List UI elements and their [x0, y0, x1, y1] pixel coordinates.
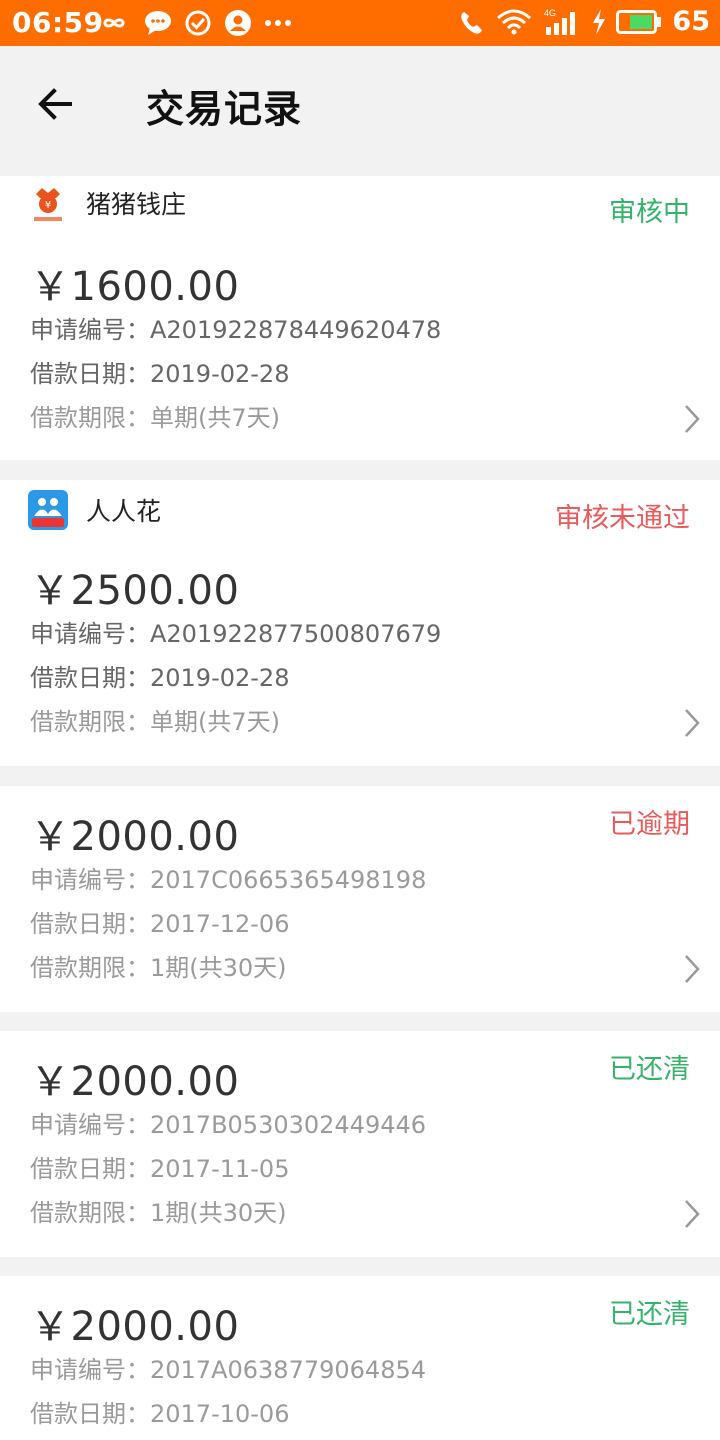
account-icon [225, 10, 251, 36]
apply-number: 申请编号：A201922878449620478 [30, 316, 442, 344]
signal-icon: 4G [544, 8, 576, 35]
apply-number: 申请编号：2017A0638779064854 [30, 1356, 426, 1384]
loan-amount: ￥2000.00 [30, 1059, 240, 1105]
arrow-left-icon[interactable] [30, 76, 86, 132]
apply-number: 申请编号：2017B0530302449446 [30, 1111, 427, 1139]
status-badge: 审核未通过 [555, 503, 690, 534]
more-icon [265, 20, 291, 26]
call-icon [461, 11, 483, 34]
loan-amount: ￥2500.00 [30, 568, 240, 614]
loan-amount: ￥1600.00 [30, 264, 240, 310]
transaction-card[interactable]: 已还清 ￥2000.00 申请编号：2017B0530302449446 借款日… [0, 1031, 720, 1257]
page-title: 交易记录 [146, 87, 303, 131]
brand-name: 人人花 [86, 497, 162, 526]
loan-term: 借款期限：单期(共7天) [30, 404, 280, 432]
loan-date: 借款日期：2017-11-05 [30, 1155, 290, 1183]
card-header: 人人花 审核未通过 [0, 480, 720, 540]
nav-bar: 交易记录 [0, 46, 720, 160]
chevron-right-icon[interactable] [680, 952, 704, 986]
apply-number: 申请编号：A201922877500807679 [30, 620, 442, 648]
loan-term: 借款期限：1期(共30天) [30, 1199, 287, 1227]
chevron-right-icon[interactable] [680, 706, 704, 740]
svg-text:¥: ¥ [45, 200, 51, 211]
battery-level: 65 [672, 6, 710, 37]
chevron-right-icon[interactable] [680, 402, 704, 436]
battery-icon [616, 9, 662, 34]
brand-logo [28, 490, 68, 530]
system-icons: 4G 65 [458, 6, 710, 37]
loan-date: 借款日期：2019-02-28 [30, 360, 290, 388]
chat-icon [145, 11, 171, 35]
transaction-card[interactable]: 人人花 审核未通过 ￥2500.00 申请编号：A201922877500807… [0, 480, 720, 766]
brand-name: 猪猪钱庄 [86, 190, 187, 219]
loan-date: 借款日期：2017-12-06 [30, 910, 290, 938]
status-badge: 已逾期 [609, 809, 690, 840]
chevron-right-icon[interactable] [680, 1197, 704, 1231]
status-badge: 已还清 [609, 1054, 690, 1085]
card-header: ¥ 猪猪钱庄 审核中 [0, 176, 720, 236]
loan-date: 借款日期：2019-02-28 [30, 664, 290, 692]
wifi-icon [497, 9, 532, 34]
charging-icon [593, 8, 606, 35]
status-time: 06:59 [12, 6, 104, 39]
transaction-card[interactable]: 已逾期 ￥2000.00 申请编号：2017C0665365498198 借款日… [0, 786, 720, 1012]
transaction-card[interactable]: 已还清 ￥2000.00 申请编号：2017A0638779064854 借款日… [0, 1276, 720, 1440]
piggy-bank-logo-icon: ¥ [34, 188, 62, 221]
notification-icons [96, 9, 292, 37]
svg-text:4G: 4G [544, 8, 556, 18]
brand-logo: ¥ [28, 184, 68, 224]
loan-term: 借款期限：单期(共7天) [30, 708, 280, 736]
status-badge: 已还清 [609, 1299, 690, 1330]
status-bar: 06:59 4G 65 [0, 0, 720, 46]
apply-number: 申请编号：2017C0665365498198 [30, 866, 427, 894]
loan-amount: ￥2000.00 [30, 1304, 240, 1350]
back-button[interactable] [30, 76, 86, 132]
status-badge: 审核中 [609, 197, 690, 228]
loan-amount: ￥2000.00 [30, 814, 240, 860]
loan-term: 借款期限：1期(共30天) [30, 954, 287, 982]
check-circle-icon [185, 10, 211, 36]
loan-date: 借款日期：2017-10-06 [30, 1400, 290, 1428]
renrenhua-logo-icon [28, 490, 68, 530]
infinity-icon [103, 18, 125, 28]
transaction-card[interactable]: ¥ 猪猪钱庄 审核中 ￥1600.00 申请编号：A20192287844962… [0, 176, 720, 460]
